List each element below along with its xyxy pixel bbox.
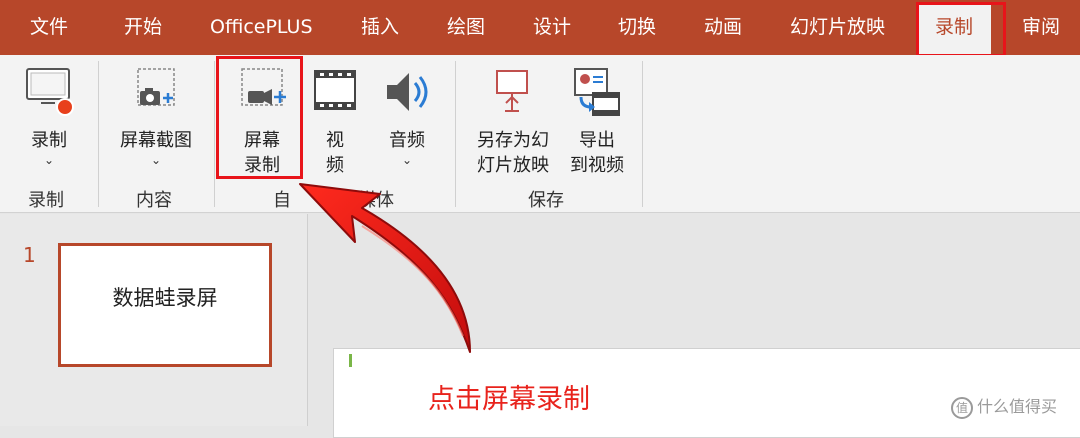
watermark-logo-icon: 值 — [951, 396, 973, 419]
watermark-text: 什么值得买 — [977, 397, 1058, 416]
watermark: 值什么值得买 — [951, 393, 1057, 419]
red-curved-arrow-icon — [299, 183, 471, 353]
